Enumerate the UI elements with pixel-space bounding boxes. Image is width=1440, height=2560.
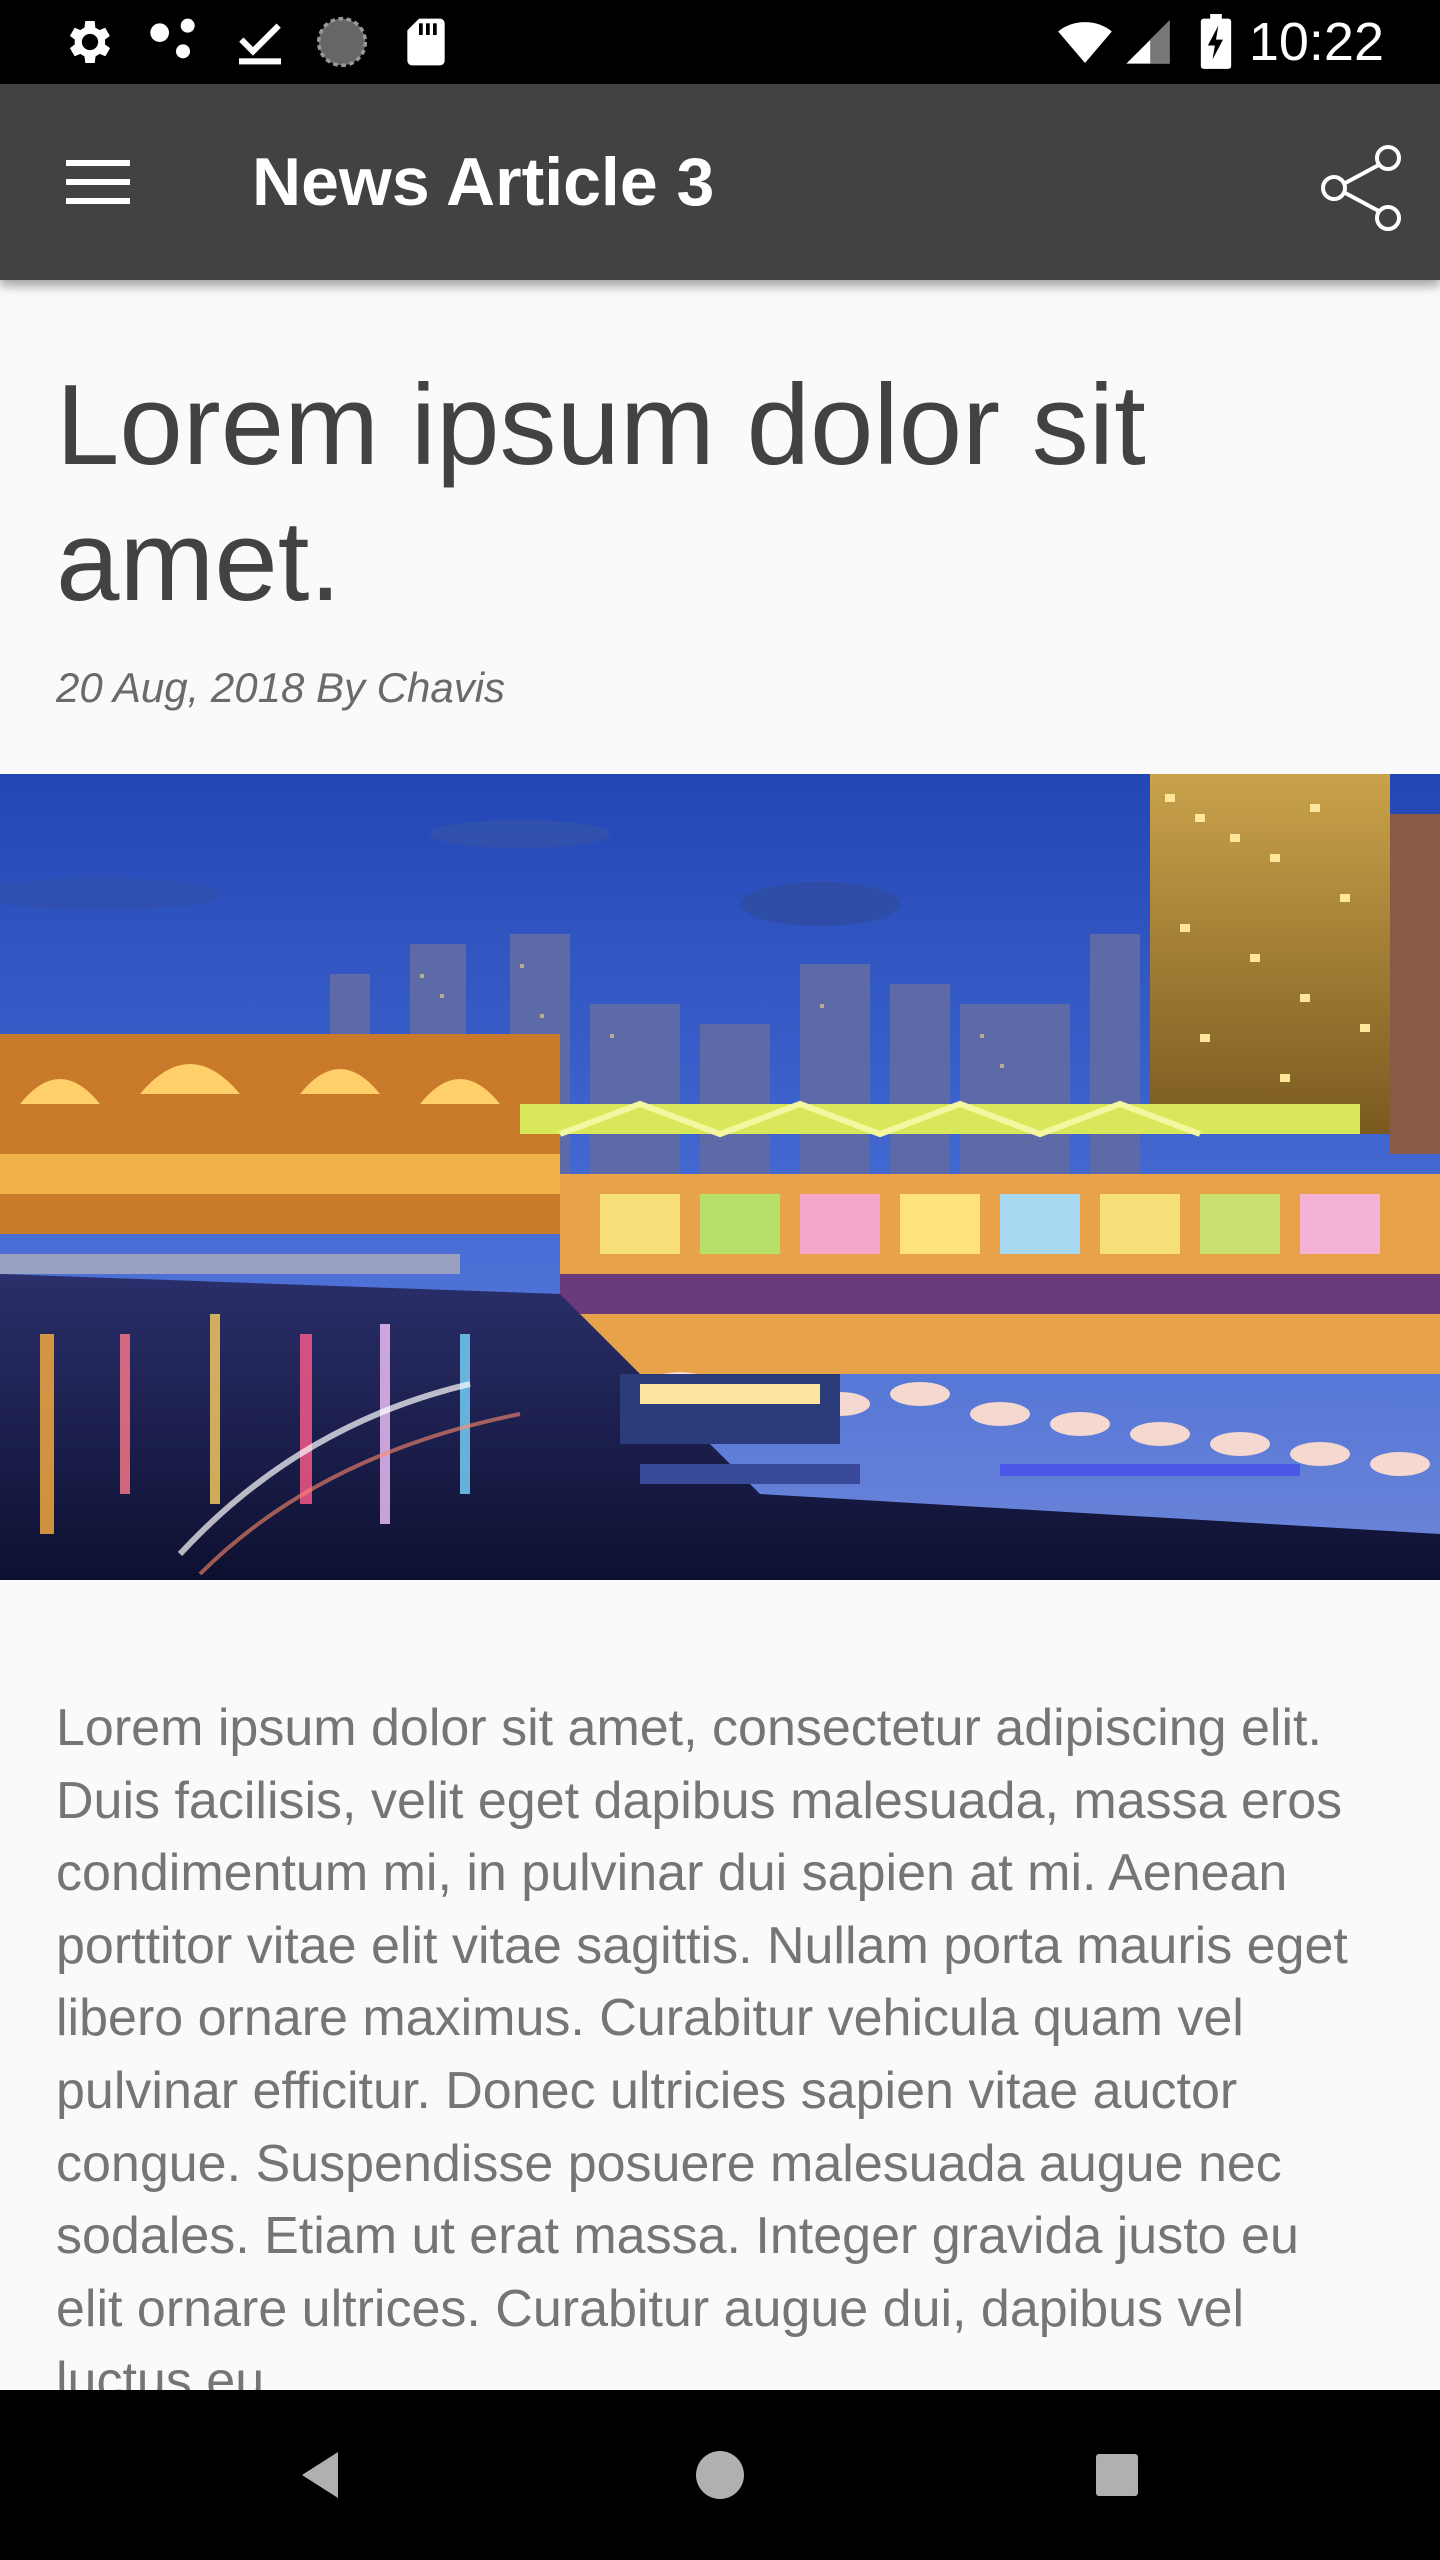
article-hero-image xyxy=(0,774,1440,1580)
share-button[interactable] xyxy=(1314,138,1410,234)
home-circle-icon xyxy=(696,2451,744,2499)
toolbar-title: News Article 3 xyxy=(252,144,715,220)
menu-button[interactable] xyxy=(50,142,146,222)
download-done-icon xyxy=(239,23,281,65)
share-dots-icon xyxy=(150,18,195,59)
loading-icon xyxy=(316,16,368,68)
share-icon xyxy=(1321,145,1401,231)
battery-charging-icon xyxy=(1200,14,1232,69)
cell-signal-icon xyxy=(1126,20,1170,64)
night-waterfront-photo xyxy=(0,774,1440,1580)
back-button[interactable] xyxy=(276,2430,366,2520)
status-time: 10:22 xyxy=(1248,12,1384,72)
article-headline: Lorem ipsum dolor sit amet. xyxy=(56,362,1146,625)
article-body: Lorem ipsum dolor sit amet, consectetur … xyxy=(56,1699,1348,2390)
sd-card-icon xyxy=(407,18,445,66)
home-button[interactable] xyxy=(675,2430,765,2520)
recents-button[interactable] xyxy=(1072,2430,1162,2520)
app-toolbar: News Article 3 xyxy=(0,84,1440,280)
article-meta: 20 Aug, 2018 By Chavis xyxy=(56,664,506,711)
recents-square-icon xyxy=(1096,2454,1138,2496)
hamburger-menu-icon xyxy=(66,160,130,204)
status-bar: 10:22 xyxy=(0,0,1440,84)
back-triangle-icon xyxy=(302,2452,338,2498)
article-content[interactable]: Lorem ipsum dolor sit amet. 20 Aug, 2018… xyxy=(0,280,1440,2390)
navigation-bar xyxy=(0,2390,1440,2560)
wifi-icon xyxy=(1058,22,1112,63)
settings-icon xyxy=(69,21,111,63)
